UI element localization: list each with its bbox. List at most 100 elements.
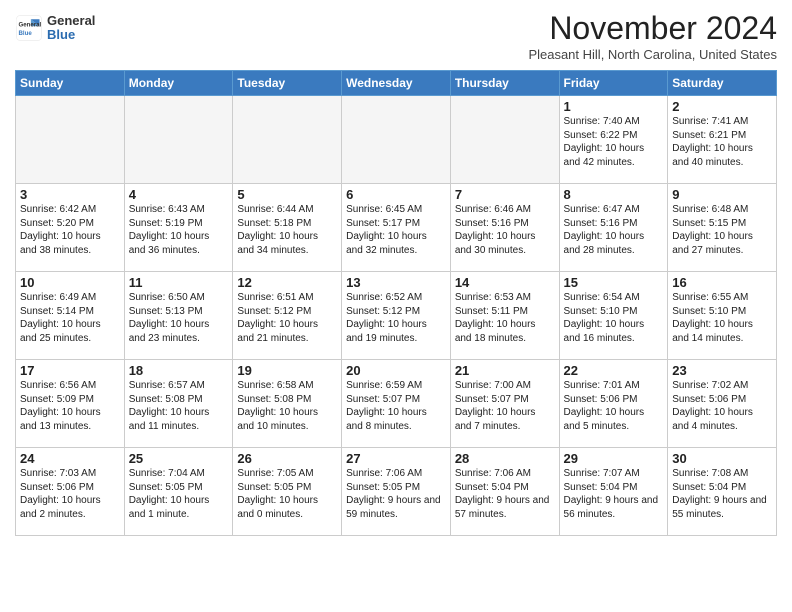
day-number: 13 xyxy=(346,275,446,290)
calendar-cell: 26Sunrise: 7:05 AMSunset: 5:05 PMDayligh… xyxy=(233,448,342,536)
day-info: Sunrise: 6:46 AMSunset: 5:16 PMDaylight:… xyxy=(455,203,555,257)
calendar-cell: 30Sunrise: 7:08 AMSunset: 5:04 PMDayligh… xyxy=(668,448,777,536)
calendar-cell: 6Sunrise: 6:45 AMSunset: 5:17 PMDaylight… xyxy=(342,184,451,272)
day-number: 28 xyxy=(455,451,555,466)
day-number: 10 xyxy=(20,275,120,290)
day-number: 23 xyxy=(672,363,772,378)
day-info: Sunrise: 6:44 AMSunset: 5:18 PMDaylight:… xyxy=(237,203,337,257)
day-info: Sunrise: 7:04 AMSunset: 5:05 PMDaylight:… xyxy=(129,467,229,521)
calendar-cell xyxy=(233,96,342,184)
day-info: Sunrise: 7:40 AMSunset: 6:22 PMDaylight:… xyxy=(564,115,664,169)
calendar-cell: 15Sunrise: 6:54 AMSunset: 5:10 PMDayligh… xyxy=(559,272,668,360)
day-info: Sunrise: 7:00 AMSunset: 5:07 PMDaylight:… xyxy=(455,379,555,433)
calendar-week-row: 10Sunrise: 6:49 AMSunset: 5:14 PMDayligh… xyxy=(16,272,777,360)
page: General Blue General Blue November 2024 … xyxy=(0,0,792,612)
day-info: Sunrise: 6:49 AMSunset: 5:14 PMDaylight:… xyxy=(20,291,120,345)
day-number: 2 xyxy=(672,99,772,114)
day-info: Sunrise: 7:07 AMSunset: 5:04 PMDaylight:… xyxy=(564,467,664,521)
month-title: November 2024 xyxy=(528,10,777,47)
logo: General Blue General Blue xyxy=(15,14,95,43)
day-info: Sunrise: 6:52 AMSunset: 5:12 PMDaylight:… xyxy=(346,291,446,345)
calendar-header: SundayMondayTuesdayWednesdayThursdayFrid… xyxy=(16,71,777,96)
logo-text: General Blue xyxy=(47,14,95,43)
day-info: Sunrise: 7:01 AMSunset: 5:06 PMDaylight:… xyxy=(564,379,664,433)
svg-text:Blue: Blue xyxy=(19,30,33,37)
day-info: Sunrise: 6:50 AMSunset: 5:13 PMDaylight:… xyxy=(129,291,229,345)
header: General Blue General Blue November 2024 … xyxy=(15,10,777,62)
calendar-cell: 20Sunrise: 6:59 AMSunset: 5:07 PMDayligh… xyxy=(342,360,451,448)
weekday-row: SundayMondayTuesdayWednesdayThursdayFrid… xyxy=(16,71,777,96)
day-number: 24 xyxy=(20,451,120,466)
calendar-cell: 7Sunrise: 6:46 AMSunset: 5:16 PMDaylight… xyxy=(450,184,559,272)
day-info: Sunrise: 6:47 AMSunset: 5:16 PMDaylight:… xyxy=(564,203,664,257)
calendar-cell: 2Sunrise: 7:41 AMSunset: 6:21 PMDaylight… xyxy=(668,96,777,184)
day-info: Sunrise: 6:45 AMSunset: 5:17 PMDaylight:… xyxy=(346,203,446,257)
calendar: SundayMondayTuesdayWednesdayThursdayFrid… xyxy=(15,70,777,536)
day-number: 12 xyxy=(237,275,337,290)
calendar-cell: 29Sunrise: 7:07 AMSunset: 5:04 PMDayligh… xyxy=(559,448,668,536)
day-number: 14 xyxy=(455,275,555,290)
calendar-cell: 3Sunrise: 6:42 AMSunset: 5:20 PMDaylight… xyxy=(16,184,125,272)
logo-icon: General Blue xyxy=(15,14,43,42)
calendar-week-row: 24Sunrise: 7:03 AMSunset: 5:06 PMDayligh… xyxy=(16,448,777,536)
calendar-cell: 25Sunrise: 7:04 AMSunset: 5:05 PMDayligh… xyxy=(124,448,233,536)
day-info: Sunrise: 6:48 AMSunset: 5:15 PMDaylight:… xyxy=(672,203,772,257)
calendar-cell: 23Sunrise: 7:02 AMSunset: 5:06 PMDayligh… xyxy=(668,360,777,448)
day-number: 17 xyxy=(20,363,120,378)
day-number: 15 xyxy=(564,275,664,290)
day-info: Sunrise: 6:53 AMSunset: 5:11 PMDaylight:… xyxy=(455,291,555,345)
day-info: Sunrise: 6:58 AMSunset: 5:08 PMDaylight:… xyxy=(237,379,337,433)
calendar-cell xyxy=(342,96,451,184)
day-info: Sunrise: 7:03 AMSunset: 5:06 PMDaylight:… xyxy=(20,467,120,521)
calendar-cell: 12Sunrise: 6:51 AMSunset: 5:12 PMDayligh… xyxy=(233,272,342,360)
day-number: 5 xyxy=(237,187,337,202)
calendar-cell xyxy=(450,96,559,184)
location: Pleasant Hill, North Carolina, United St… xyxy=(528,47,777,62)
calendar-body: 1Sunrise: 7:40 AMSunset: 6:22 PMDaylight… xyxy=(16,96,777,536)
day-info: Sunrise: 6:42 AMSunset: 5:20 PMDaylight:… xyxy=(20,203,120,257)
day-number: 19 xyxy=(237,363,337,378)
calendar-cell: 28Sunrise: 7:06 AMSunset: 5:04 PMDayligh… xyxy=(450,448,559,536)
day-number: 26 xyxy=(237,451,337,466)
calendar-cell: 19Sunrise: 6:58 AMSunset: 5:08 PMDayligh… xyxy=(233,360,342,448)
day-number: 27 xyxy=(346,451,446,466)
title-block: November 2024 Pleasant Hill, North Carol… xyxy=(528,10,777,62)
calendar-week-row: 17Sunrise: 6:56 AMSunset: 5:09 PMDayligh… xyxy=(16,360,777,448)
weekday-header: Wednesday xyxy=(342,71,451,96)
day-number: 30 xyxy=(672,451,772,466)
day-number: 25 xyxy=(129,451,229,466)
day-info: Sunrise: 6:56 AMSunset: 5:09 PMDaylight:… xyxy=(20,379,120,433)
day-number: 4 xyxy=(129,187,229,202)
weekday-header: Sunday xyxy=(16,71,125,96)
day-number: 16 xyxy=(672,275,772,290)
day-number: 9 xyxy=(672,187,772,202)
svg-text:General: General xyxy=(19,22,42,29)
day-number: 22 xyxy=(564,363,664,378)
calendar-cell: 22Sunrise: 7:01 AMSunset: 5:06 PMDayligh… xyxy=(559,360,668,448)
day-info: Sunrise: 6:51 AMSunset: 5:12 PMDaylight:… xyxy=(237,291,337,345)
day-info: Sunrise: 6:43 AMSunset: 5:19 PMDaylight:… xyxy=(129,203,229,257)
logo-line1: General xyxy=(47,14,95,28)
logo-line2: Blue xyxy=(47,28,95,42)
calendar-cell: 24Sunrise: 7:03 AMSunset: 5:06 PMDayligh… xyxy=(16,448,125,536)
calendar-cell: 16Sunrise: 6:55 AMSunset: 5:10 PMDayligh… xyxy=(668,272,777,360)
day-number: 1 xyxy=(564,99,664,114)
day-number: 29 xyxy=(564,451,664,466)
weekday-header: Friday xyxy=(559,71,668,96)
calendar-cell xyxy=(124,96,233,184)
calendar-cell: 18Sunrise: 6:57 AMSunset: 5:08 PMDayligh… xyxy=(124,360,233,448)
day-number: 3 xyxy=(20,187,120,202)
calendar-cell xyxy=(16,96,125,184)
day-info: Sunrise: 6:57 AMSunset: 5:08 PMDaylight:… xyxy=(129,379,229,433)
calendar-cell: 21Sunrise: 7:00 AMSunset: 5:07 PMDayligh… xyxy=(450,360,559,448)
calendar-week-row: 1Sunrise: 7:40 AMSunset: 6:22 PMDaylight… xyxy=(16,96,777,184)
day-number: 21 xyxy=(455,363,555,378)
day-number: 18 xyxy=(129,363,229,378)
calendar-cell: 17Sunrise: 6:56 AMSunset: 5:09 PMDayligh… xyxy=(16,360,125,448)
day-info: Sunrise: 6:59 AMSunset: 5:07 PMDaylight:… xyxy=(346,379,446,433)
weekday-header: Saturday xyxy=(668,71,777,96)
calendar-cell: 4Sunrise: 6:43 AMSunset: 5:19 PMDaylight… xyxy=(124,184,233,272)
weekday-header: Tuesday xyxy=(233,71,342,96)
calendar-cell: 11Sunrise: 6:50 AMSunset: 5:13 PMDayligh… xyxy=(124,272,233,360)
calendar-cell: 9Sunrise: 6:48 AMSunset: 5:15 PMDaylight… xyxy=(668,184,777,272)
